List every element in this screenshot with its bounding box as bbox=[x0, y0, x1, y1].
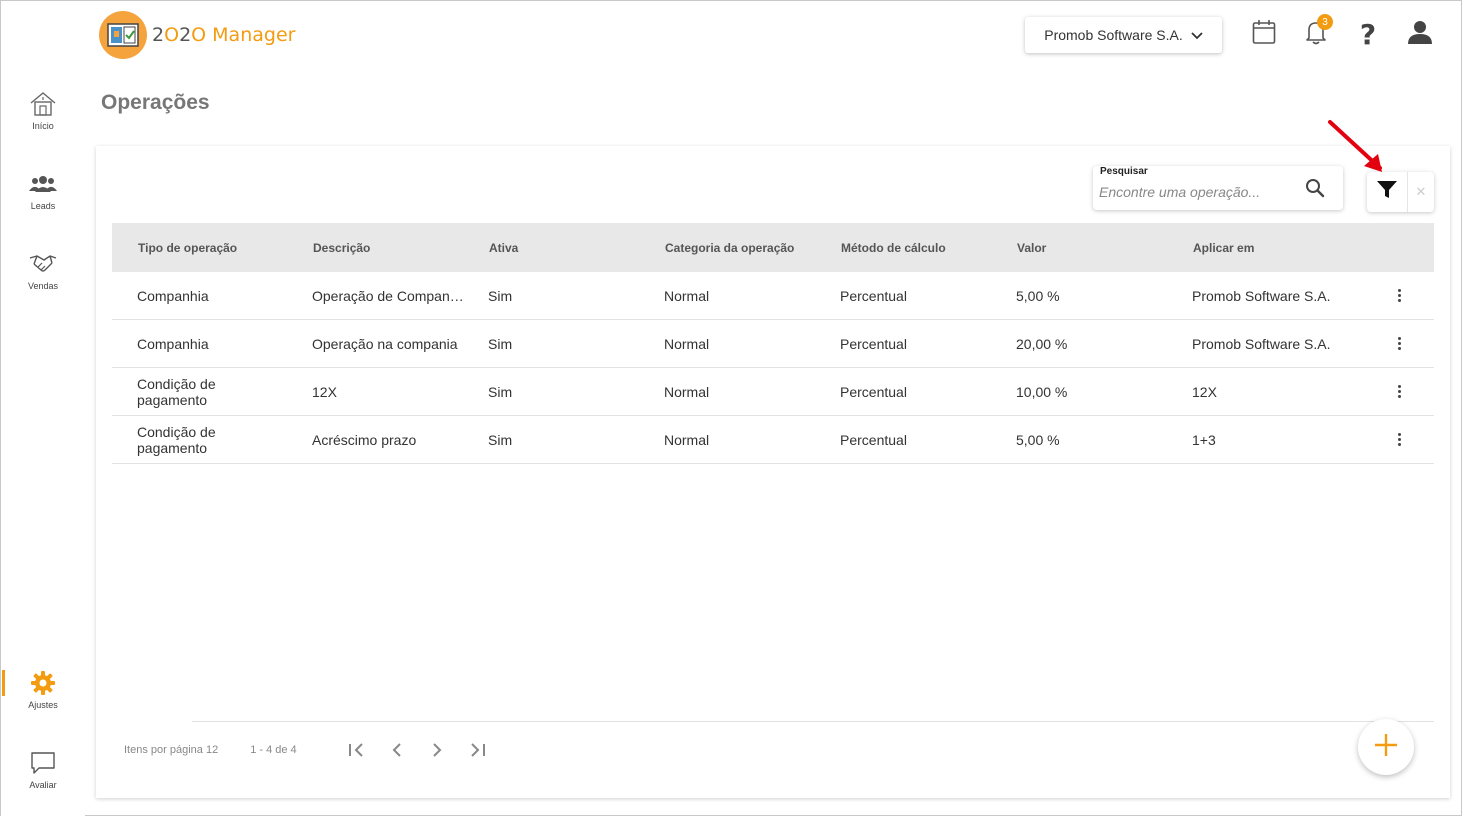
cell: Normal bbox=[664, 287, 710, 304]
clear-filter-button[interactable]: ✕ bbox=[1408, 172, 1434, 212]
search-input[interactable] bbox=[1099, 180, 1289, 204]
sidebar-item-label: Ajustes bbox=[28, 700, 58, 710]
cell: Sim bbox=[488, 431, 513, 448]
row-menu-icon[interactable] bbox=[1392, 334, 1406, 354]
cell: 1+3 bbox=[1192, 431, 1216, 448]
handshake-icon bbox=[28, 249, 58, 279]
operations-table: Tipo de operação Descrição Ativa Categor… bbox=[112, 223, 1434, 464]
logo-icon bbox=[99, 11, 147, 59]
cell: 12X bbox=[1192, 383, 1217, 400]
annotation-arrow-icon bbox=[1328, 120, 1382, 172]
table-header: Tipo de operação Descrição Ativa Categor… bbox=[112, 223, 1434, 272]
cell: Companhia bbox=[137, 287, 209, 304]
row-menu-icon[interactable] bbox=[1392, 382, 1406, 402]
column-header[interactable]: Método de cálculo bbox=[816, 241, 992, 255]
add-operation-button[interactable] bbox=[1358, 719, 1414, 775]
cell: Condição de pagamento bbox=[137, 423, 216, 456]
sidebar-item-label: Avaliar bbox=[29, 780, 57, 790]
company-select-value: Promob Software S.A. bbox=[1044, 27, 1183, 43]
chat-icon bbox=[30, 748, 56, 778]
chevron-down-icon bbox=[1191, 27, 1203, 43]
first-page-icon[interactable] bbox=[337, 738, 377, 762]
cell: Percentual bbox=[840, 335, 907, 352]
previous-page-icon[interactable] bbox=[377, 738, 417, 762]
column-header[interactable]: Categoria da operação bbox=[640, 241, 816, 255]
sidebar-item-label: Leads bbox=[30, 201, 56, 211]
last-page-icon[interactable] bbox=[457, 738, 497, 762]
sidebar-item-vendas[interactable]: Vendas bbox=[1, 249, 85, 309]
cell: Sim bbox=[488, 287, 513, 304]
row-menu-icon[interactable] bbox=[1392, 286, 1406, 306]
cell: Promob Software S.A. bbox=[1192, 335, 1331, 352]
help-button[interactable]: ? bbox=[1354, 17, 1382, 51]
sidebar-item-leads[interactable]: Leads bbox=[1, 169, 85, 229]
cell: Percentual bbox=[840, 287, 907, 304]
sidebar-item-label: Vendas bbox=[27, 281, 59, 291]
cell: Condição de pagamento bbox=[137, 375, 216, 408]
logo-text: 2O2O Manager bbox=[152, 24, 296, 46]
cell: 20,00 % bbox=[1016, 335, 1068, 352]
page-title: Operações bbox=[101, 91, 210, 114]
page-range: 1 - 4 de 4 bbox=[250, 744, 297, 756]
filter-button[interactable] bbox=[1367, 172, 1408, 212]
search-box: Pesquisar bbox=[1093, 166, 1343, 210]
company-select[interactable]: Promob Software S.A. bbox=[1025, 17, 1222, 53]
sidebar: Início Leads Vendas Ajustes Avaliar bbox=[1, 1, 85, 816]
table-row[interactable]: Condição de pagamento 12X Sim Normal Per… bbox=[112, 368, 1434, 416]
cell: 5,00 % bbox=[1016, 287, 1060, 304]
cell: Normal bbox=[664, 431, 710, 448]
cell: 10,00 % bbox=[1016, 383, 1068, 400]
sidebar-item-inicio[interactable]: Início bbox=[1, 89, 85, 149]
user-menu-button[interactable] bbox=[1406, 19, 1434, 49]
filter-icon bbox=[1376, 180, 1398, 205]
cell: 5,00 % bbox=[1016, 431, 1060, 448]
app-logo[interactable]: 2O2O Manager bbox=[99, 11, 295, 59]
cell: Acréscimo prazo bbox=[312, 431, 417, 448]
cell: Operação de Companhia bbox=[312, 287, 464, 304]
calendar-button[interactable] bbox=[1250, 19, 1278, 49]
cell: Promob Software S.A. bbox=[1192, 287, 1331, 304]
search-icon[interactable] bbox=[1305, 178, 1327, 200]
cell: 12X bbox=[312, 383, 337, 400]
cell: Normal bbox=[664, 383, 710, 400]
table-row[interactable]: Condição de pagamento Acréscimo prazo Si… bbox=[112, 416, 1434, 464]
footer-divider bbox=[192, 721, 1434, 722]
table-row[interactable]: Companhia Operação de Companhia Sim Norm… bbox=[112, 272, 1434, 320]
row-menu-icon[interactable] bbox=[1392, 430, 1406, 450]
column-header[interactable]: Descrição bbox=[288, 241, 464, 255]
notifications-button[interactable]: 3 bbox=[1302, 14, 1333, 49]
sidebar-item-label: Início bbox=[32, 121, 54, 131]
gear-icon bbox=[30, 668, 56, 698]
notification-badge: 3 bbox=[1317, 14, 1333, 30]
cell: Normal bbox=[664, 335, 710, 352]
cell: Operação na compania bbox=[312, 335, 458, 352]
cell: Sim bbox=[488, 335, 513, 352]
next-page-icon[interactable] bbox=[417, 738, 457, 762]
table-row[interactable]: Companhia Operação na compania Sim Norma… bbox=[112, 320, 1434, 368]
operations-card: Pesquisar ✕ Tipo de operação Descrição A… bbox=[96, 120, 1450, 798]
cell: Percentual bbox=[840, 383, 907, 400]
filter-controls: ✕ bbox=[1367, 172, 1434, 212]
calendar-icon bbox=[1252, 19, 1276, 50]
column-header[interactable]: Aplicar em bbox=[1168, 241, 1368, 255]
cell: Percentual bbox=[840, 431, 907, 448]
cell: Companhia bbox=[137, 335, 209, 352]
column-header[interactable]: Tipo de operação bbox=[112, 241, 288, 255]
plus-icon bbox=[1374, 733, 1398, 762]
sidebar-item-avaliar[interactable]: Avaliar bbox=[1, 748, 85, 808]
user-icon bbox=[1407, 19, 1433, 50]
pagination: Itens por página 12 1 - 4 de 4 bbox=[124, 738, 497, 762]
items-per-page[interactable]: Itens por página 12 bbox=[124, 744, 218, 756]
cell: Sim bbox=[488, 383, 513, 400]
column-header[interactable]: Ativa bbox=[464, 241, 640, 255]
sidebar-item-ajustes[interactable]: Ajustes bbox=[1, 668, 85, 728]
column-header[interactable]: Valor bbox=[992, 241, 1168, 255]
close-icon: ✕ bbox=[1415, 184, 1427, 199]
home-icon bbox=[29, 89, 57, 119]
search-label: Pesquisar bbox=[1100, 166, 1148, 177]
users-icon bbox=[29, 169, 57, 199]
help-icon: ? bbox=[1359, 17, 1377, 51]
